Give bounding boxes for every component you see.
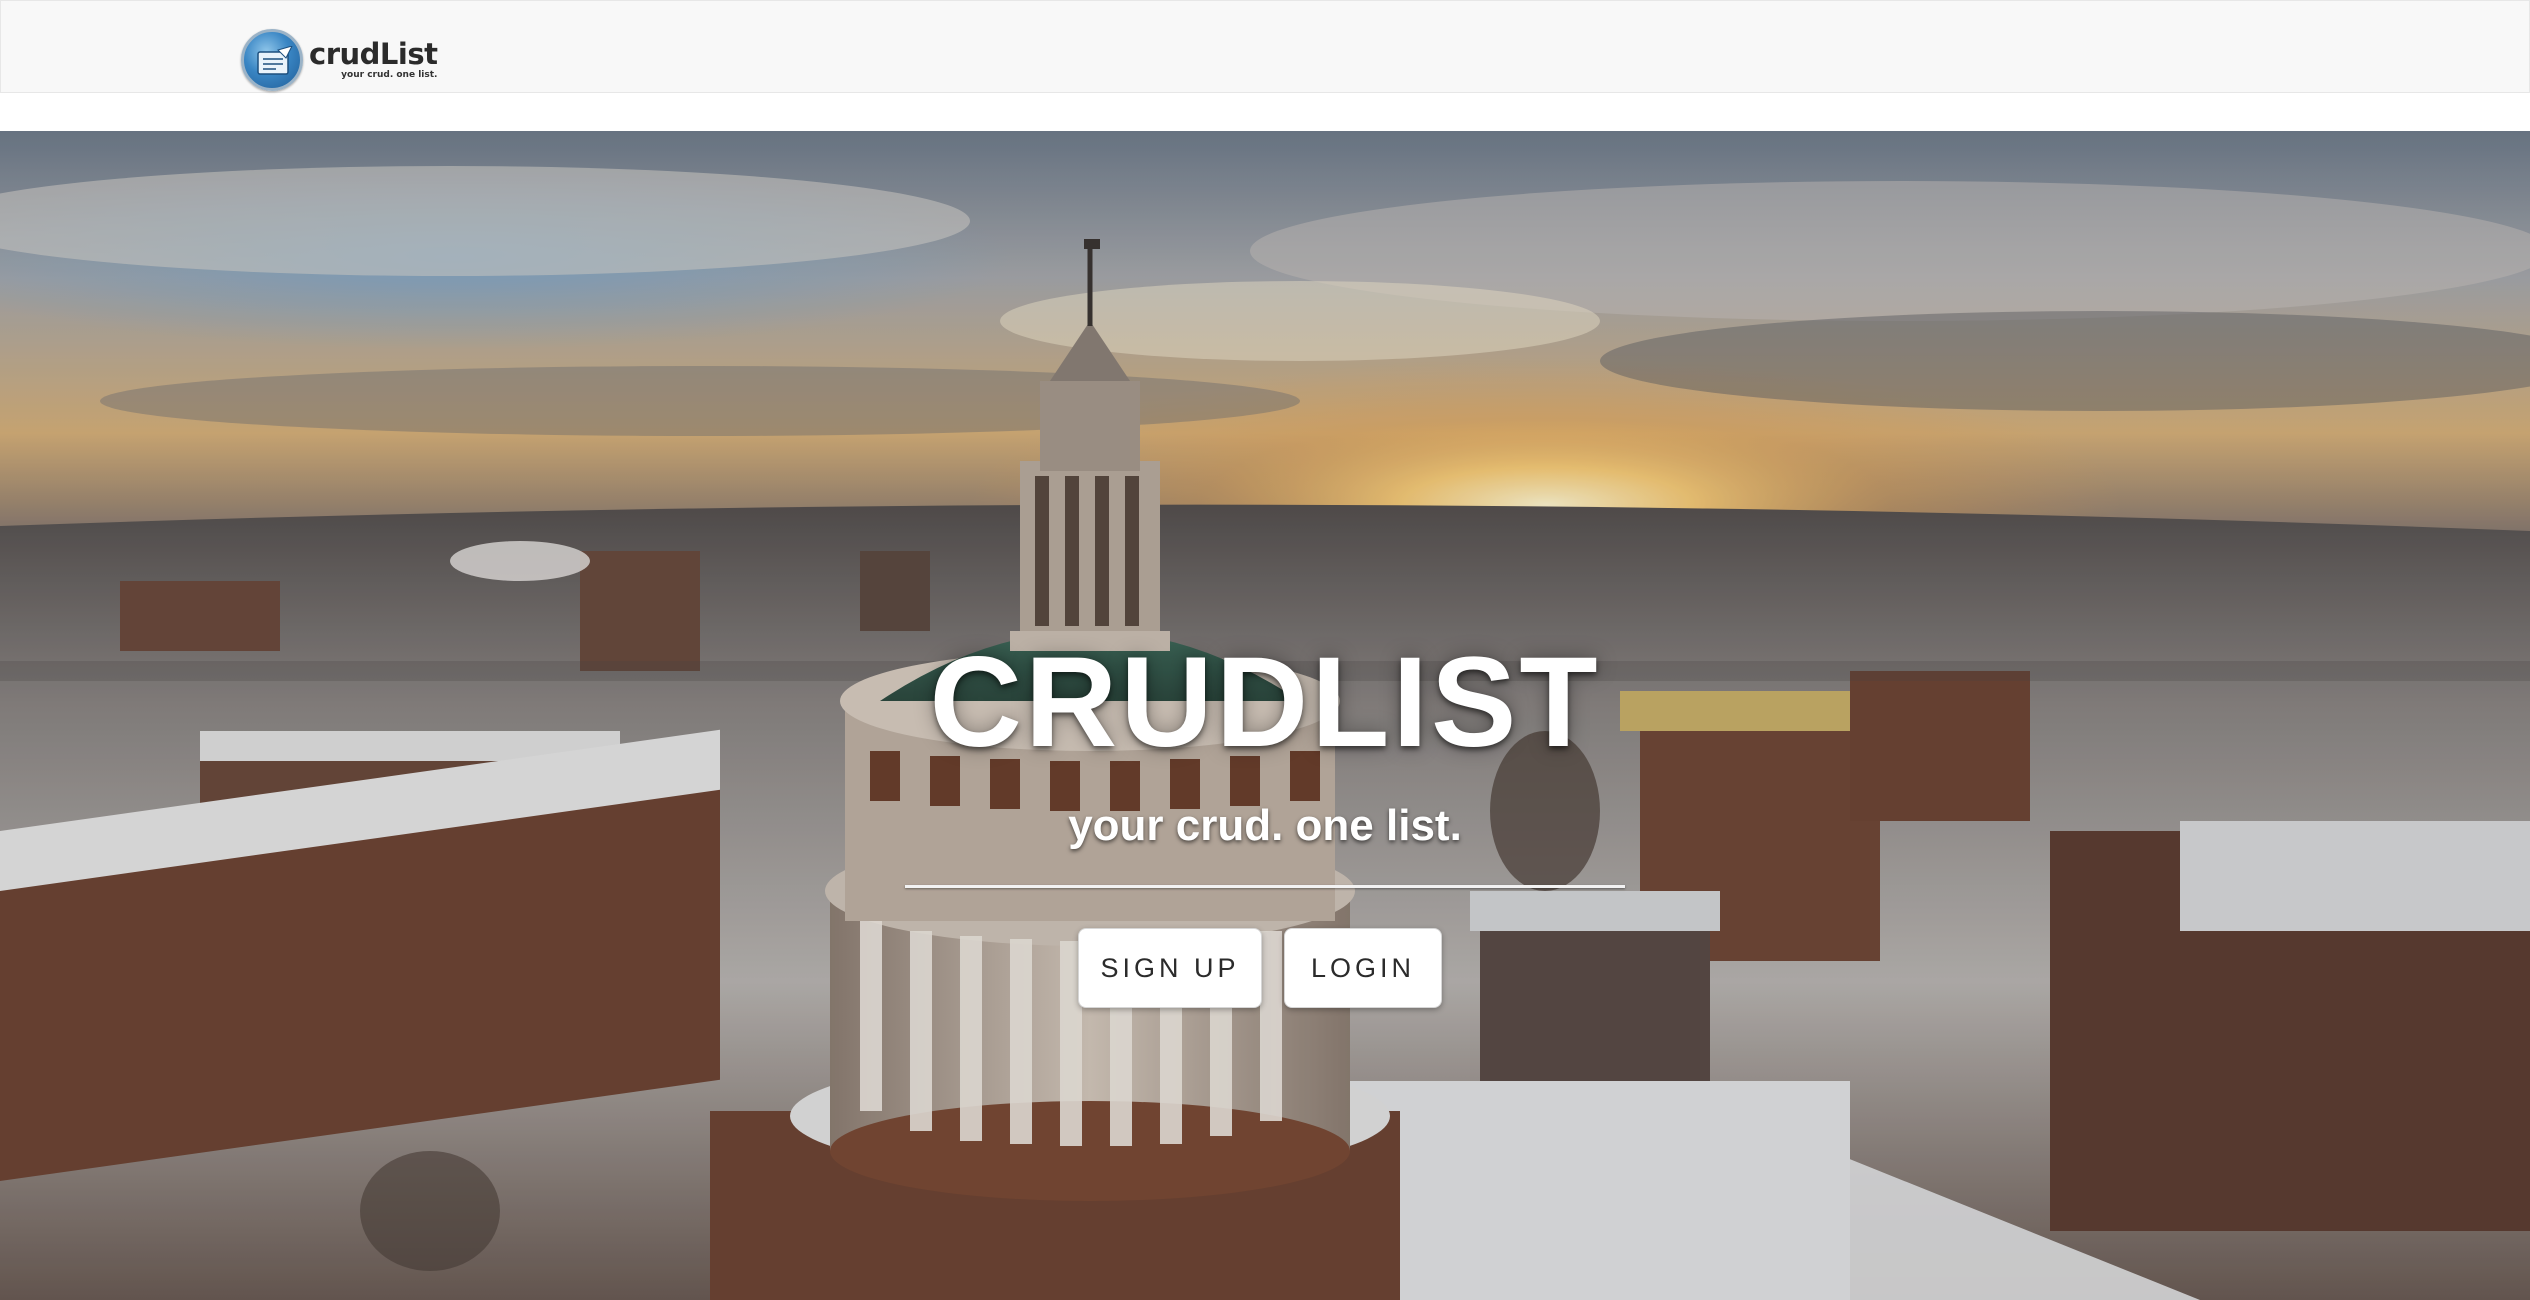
brand-text: crudList your crud. one list. bbox=[309, 37, 438, 80]
hero-divider bbox=[905, 885, 1625, 888]
hero-subtitle: your crud. one list. bbox=[1068, 801, 1462, 850]
login-button[interactable]: LOGIN bbox=[1284, 928, 1442, 1008]
hero-content: CRUDLIST your crud. one list. SIGN UP LO… bbox=[0, 131, 2530, 1300]
brand-tagline: your crud. one list. bbox=[341, 70, 438, 80]
hero-section: CRUDLIST your crud. one list. SIGN UP LO… bbox=[0, 131, 2530, 1300]
brand-logo-link[interactable]: crudList your crud. one list. bbox=[241, 28, 438, 92]
brand-name: crudList bbox=[309, 37, 438, 71]
top-navbar: crudList your crud. one list. bbox=[0, 0, 2530, 93]
sign-up-button[interactable]: SIGN UP bbox=[1078, 928, 1262, 1008]
hero-title: CRUDLIST bbox=[929, 631, 1601, 774]
crudlist-logo-icon bbox=[241, 29, 303, 91]
